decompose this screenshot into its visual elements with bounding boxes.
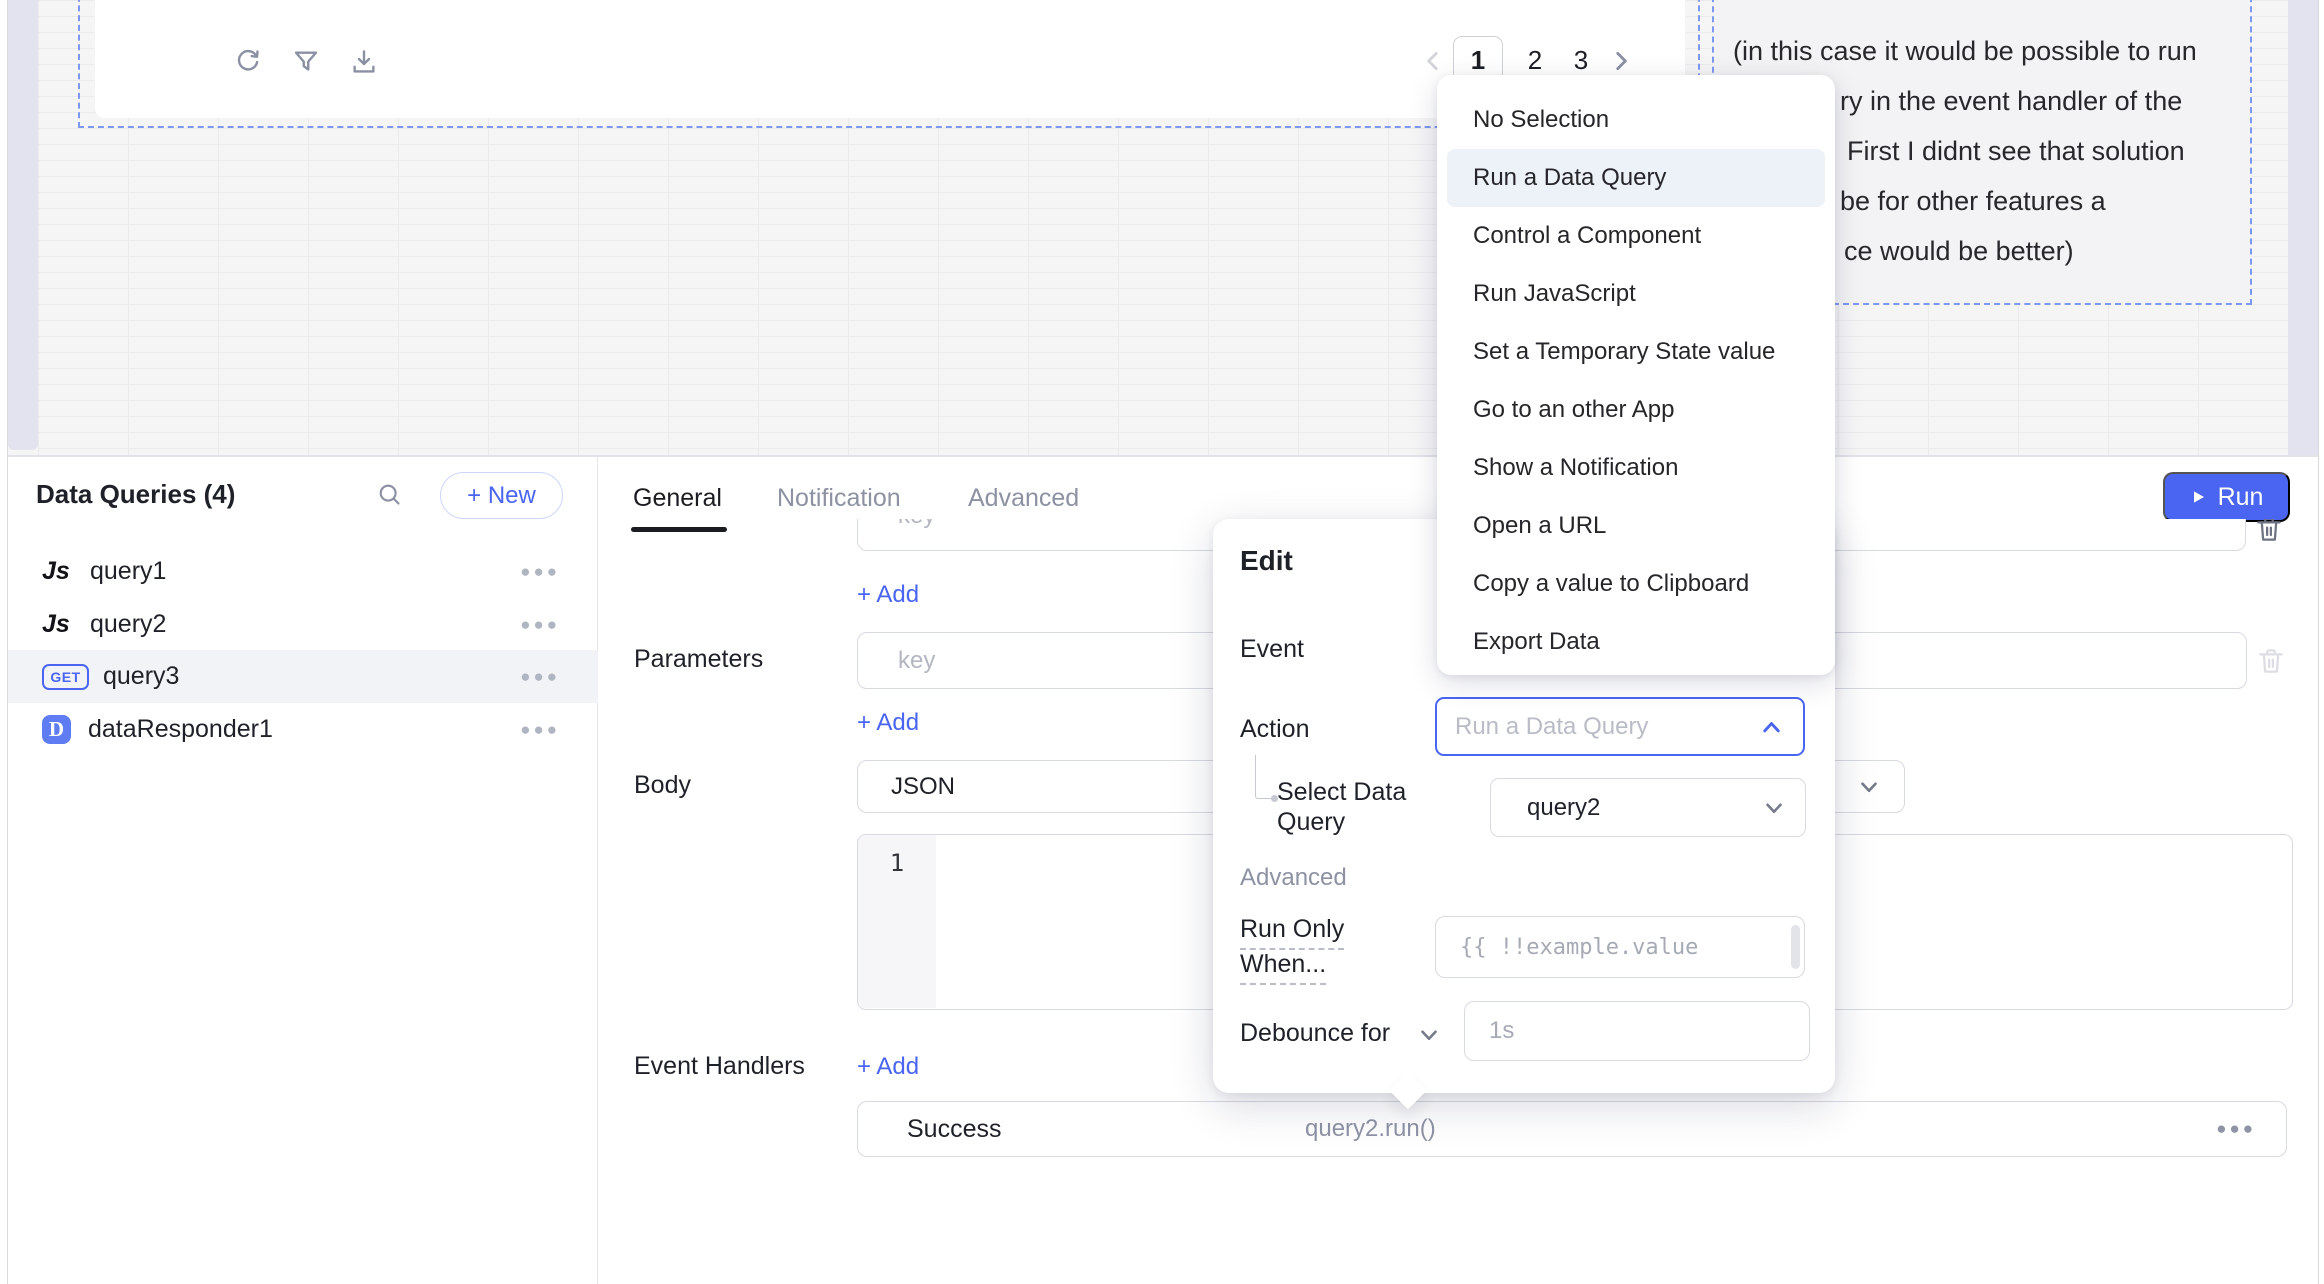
debounce-input[interactable] — [1464, 1001, 1810, 1061]
run-only-when-input[interactable] — [1435, 916, 1805, 978]
data-queries-panel: Data Queries (4) + New Js query1 ●●● Js … — [8, 457, 598, 1284]
action-select[interactable]: Run a Data Query — [1435, 697, 1805, 756]
event-handler-row[interactable]: Success query2.run() ●●● — [857, 1101, 2287, 1157]
text-line: First I didnt see that solution — [1847, 136, 2185, 167]
event-label: Event — [1240, 635, 1304, 664]
tree-connector — [1255, 755, 1273, 799]
query-menu-dots-icon[interactable]: ●●● — [520, 667, 560, 687]
menu-item-run-javascript[interactable]: Run JavaScript — [1437, 265, 1835, 323]
menu-item-run-a-data-query[interactable]: Run a Data Query — [1447, 149, 1825, 207]
editor-line-gutter: 1 — [858, 835, 936, 1008]
app-root: 1 2 3 (in this case it would be possible… — [0, 0, 2324, 1284]
get-method-badge: GET — [42, 664, 89, 690]
query-list-item-dataresponder1[interactable]: D dataResponder1 ●●● — [8, 703, 598, 756]
query-menu-dots-icon[interactable]: ●●● — [520, 615, 560, 635]
trash-icon[interactable] — [2255, 645, 2287, 677]
canvas-margin-right — [2288, 0, 2318, 456]
run-button[interactable]: Run — [2163, 472, 2290, 522]
refresh-icon[interactable] — [233, 47, 263, 77]
chevron-down-icon[interactable] — [1416, 1022, 1442, 1048]
event-handlers-label: Event Handlers — [634, 1052, 805, 1081]
tab-advanced[interactable]: Advanced — [968, 484, 1079, 513]
line-number: 1 — [890, 849, 904, 877]
text-line: ry in the event handler of the — [1840, 86, 2182, 117]
menu-item-set-temporary-state[interactable]: Set a Temporary State value — [1437, 323, 1835, 381]
menu-item-open-a-url[interactable]: Open a URL — [1437, 497, 1835, 555]
data-query-select-value: query2 — [1527, 794, 1600, 822]
query-name: query2 — [90, 610, 520, 639]
text-line: (in this case it would be possible to ru… — [1733, 36, 2197, 67]
edit-popup-title: Edit — [1240, 545, 1293, 577]
input-scrollbar — [1791, 925, 1800, 969]
tab-general[interactable]: General — [633, 484, 722, 513]
canvas-area: 1 2 3 (in this case it would be possible… — [8, 0, 2318, 456]
run-only-when-label: Run Only When... — [1240, 915, 1344, 985]
filter-icon[interactable] — [291, 47, 321, 77]
select-data-query-label: Select Data Query — [1277, 777, 1406, 837]
event-handler-menu-dots-icon[interactable]: ●●● — [2216, 1119, 2256, 1139]
window-gutter-left — [0, 0, 8, 1284]
menu-item-control-a-component[interactable]: Control a Component — [1437, 207, 1835, 265]
window-gutter-right — [2318, 0, 2324, 1284]
new-query-button[interactable]: + New — [440, 472, 563, 519]
event-handler-action: query2.run() — [1305, 1115, 1436, 1143]
pagination-prev-icon[interactable] — [1420, 48, 1446, 74]
trash-icon[interactable] — [2253, 519, 2285, 545]
query-name: query1 — [90, 557, 520, 586]
menu-item-copy-to-clipboard[interactable]: Copy a value to Clipboard — [1437, 555, 1835, 613]
canvas-margin-left — [8, 0, 38, 450]
query-list-item-query2[interactable]: Js query2 ●●● — [8, 598, 598, 651]
chevron-down-icon — [1856, 774, 1882, 800]
query-menu-dots-icon[interactable]: ●●● — [520, 720, 560, 740]
play-icon — [2190, 489, 2206, 505]
data-responder-icon: D — [42, 715, 71, 744]
js-query-icon: Js — [42, 557, 90, 586]
body-label: Body — [634, 771, 691, 800]
debounce-label: Debounce for — [1240, 1019, 1390, 1048]
menu-item-show-a-notification[interactable]: Show a Notification — [1437, 439, 1835, 497]
body-type-value: JSON — [891, 773, 955, 801]
chevron-up-icon — [1758, 714, 1785, 741]
query-name: dataResponder1 — [88, 715, 520, 744]
text-line: ce would be better) — [1844, 236, 2074, 267]
add-parameter-link[interactable]: + Add — [857, 709, 919, 737]
add-header-link[interactable]: + Add — [857, 581, 919, 609]
menu-item-export-data[interactable]: Export Data — [1437, 613, 1835, 671]
bottom-panel: Data Queries (4) + New Js query1 ●●● Js … — [8, 456, 2318, 1284]
menu-item-go-to-other-app[interactable]: Go to an other App — [1437, 381, 1835, 439]
tab-notification[interactable]: Notification — [777, 484, 901, 513]
search-icon[interactable] — [376, 481, 403, 508]
event-handler-event: Success — [907, 1115, 1001, 1144]
query-menu-dots-icon[interactable]: ●●● — [520, 562, 560, 582]
data-query-select[interactable]: query2 — [1490, 778, 1806, 837]
download-icon[interactable] — [349, 47, 379, 77]
run-button-label: Run — [2218, 483, 2264, 512]
js-query-icon: Js — [42, 610, 90, 639]
menu-item-no-selection[interactable]: No Selection — [1437, 91, 1835, 149]
data-queries-title: Data Queries (4) — [36, 479, 235, 510]
query-list-item-query3[interactable]: GET query3 ●●● — [8, 650, 598, 703]
pagination-next-icon[interactable] — [1608, 48, 1634, 74]
advanced-section-label: Advanced — [1240, 864, 1347, 892]
add-event-handler-link[interactable]: + Add — [857, 1053, 919, 1081]
action-select-value: Run a Data Query — [1455, 713, 1648, 741]
query-name: query3 — [103, 662, 520, 691]
chevron-down-icon — [1761, 795, 1787, 821]
text-line: be for other features a — [1840, 186, 2106, 217]
parameters-label: Parameters — [634, 645, 763, 674]
action-label: Action — [1240, 715, 1309, 744]
action-dropdown-menu: No Selection Run a Data Query Control a … — [1437, 75, 1835, 675]
query-list-item-query1[interactable]: Js query1 ●●● — [8, 545, 598, 598]
